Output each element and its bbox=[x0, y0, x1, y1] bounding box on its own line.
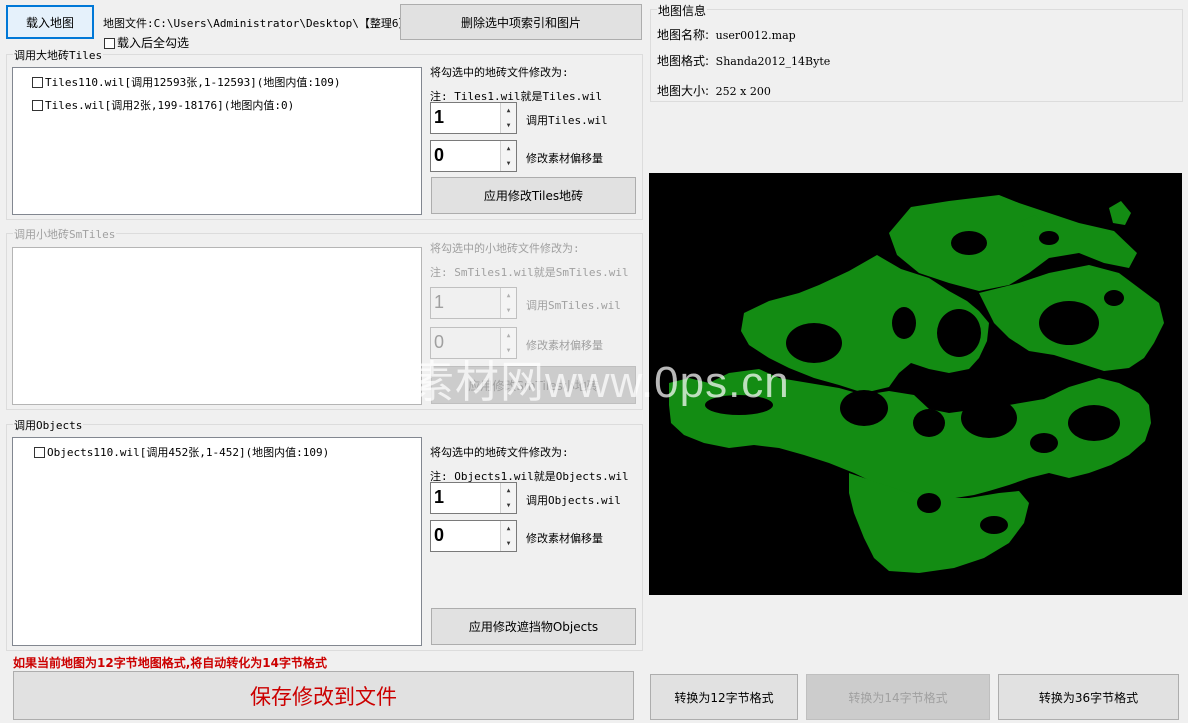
stepper-up-icon: ▲ bbox=[501, 328, 516, 344]
map-info-group-label: 地图信息 bbox=[657, 2, 708, 19]
smtiles-wil-stepper: 1 ▲ ▼ bbox=[430, 287, 517, 319]
objects-offset-stepper[interactable]: 0 ▲ ▼ bbox=[430, 520, 517, 552]
objects-wil-stepper[interactable]: 1 ▲ ▼ bbox=[430, 482, 517, 514]
map-size-value: 252 x 200 bbox=[715, 85, 771, 98]
checkbox-box[interactable] bbox=[104, 38, 115, 49]
apply-objects-button[interactable]: 应用修改遮挡物Objects bbox=[431, 608, 636, 645]
map-name-value: user0012.map bbox=[715, 29, 796, 42]
smtiles-wil-label: 调用SmTiles.wil bbox=[526, 299, 621, 312]
map-name-row: 地图名称: user0012.map bbox=[657, 26, 796, 43]
map-file-path: 地图文件:C:\Users\Administrator\Desktop\【整理6… bbox=[103, 17, 417, 30]
objects-modify-label: 将勾选中的地砖文件修改为: bbox=[430, 446, 569, 459]
apply-tiles-button[interactable]: 应用修改Tiles地砖 bbox=[431, 177, 636, 214]
stepper-value: 0 bbox=[434, 145, 445, 165]
select-all-checkbox[interactable]: 载入后全勾选 bbox=[104, 34, 189, 51]
list-item-label: Tiles.wil[调用2张,199-18176](地图内值:0) bbox=[45, 99, 295, 112]
convert-36-byte-button[interactable]: 转换为36字节格式 bbox=[998, 674, 1179, 720]
stepper-value: 1 bbox=[434, 292, 445, 312]
map-format-row: 地图格式: Shanda2012_14Byte bbox=[657, 52, 830, 69]
item-checkbox[interactable] bbox=[34, 447, 45, 458]
tiles-list[interactable]: Tiles110.wil[调用12593张,1-12593](地图内值:109)… bbox=[12, 67, 422, 215]
stepper-value: 1 bbox=[434, 487, 445, 507]
map-format-value: Shanda2012_14Byte bbox=[715, 55, 831, 68]
objects-offset-label: 修改素材偏移量 bbox=[526, 532, 603, 545]
objects-group-label: 调用Objects bbox=[13, 417, 84, 433]
select-all-label: 载入后全勾选 bbox=[117, 36, 190, 50]
tiles-group-label: 调用大地砖Tiles bbox=[13, 47, 104, 63]
save-to-file-button[interactable]: 保存修改到文件 bbox=[13, 671, 634, 720]
map-name-label: 地图名称: bbox=[657, 28, 710, 42]
tiles-offset-stepper[interactable]: 0 ▲ ▼ bbox=[430, 140, 517, 172]
smtiles-group-label: 调用小地砖SmTiles bbox=[13, 226, 117, 242]
item-checkbox[interactable] bbox=[32, 100, 43, 111]
convert-12-byte-button[interactable]: 转换为12字节格式 bbox=[650, 674, 798, 720]
map-size-label: 地图大小: bbox=[657, 84, 710, 98]
list-item[interactable]: Tiles110.wil[调用12593张,1-12593](地图内值:109) bbox=[32, 74, 341, 90]
stepper-value: 0 bbox=[434, 525, 445, 545]
stepper-up-icon[interactable]: ▲ bbox=[501, 141, 516, 157]
map-format-label: 地图格式: bbox=[657, 54, 710, 68]
smtiles-note: 注: SmTiles1.wil就是SmTiles.wil bbox=[430, 266, 629, 279]
stepper-up-icon[interactable]: ▲ bbox=[501, 521, 516, 537]
list-item-label: Tiles110.wil[调用12593张,1-12593](地图内值:109) bbox=[45, 76, 341, 89]
stepper-down-icon[interactable]: ▼ bbox=[501, 536, 516, 551]
tiles-wil-stepper[interactable]: 1 ▲ ▼ bbox=[430, 102, 517, 134]
stepper-down-icon[interactable]: ▼ bbox=[501, 118, 516, 133]
item-checkbox[interactable] bbox=[32, 77, 43, 88]
stepper-down-icon: ▼ bbox=[501, 303, 516, 318]
smtiles-list bbox=[12, 247, 422, 405]
delete-selected-button[interactable]: 删除选中项索引和图片 bbox=[400, 4, 642, 40]
watermark: 素材网www.0ps.cn bbox=[410, 358, 790, 407]
stepper-down-icon[interactable]: ▼ bbox=[501, 156, 516, 171]
stepper-down-icon[interactable]: ▼ bbox=[501, 498, 516, 513]
convert-14-byte-button: 转换为14字节格式 bbox=[806, 674, 990, 720]
list-item-label: Objects110.wil[调用452张,1-452](地图内值:109) bbox=[47, 446, 330, 459]
tiles-offset-label: 修改素材偏移量 bbox=[526, 152, 603, 165]
list-item[interactable]: Objects110.wil[调用452张,1-452](地图内值:109) bbox=[34, 444, 329, 460]
stepper-up-icon: ▲ bbox=[501, 288, 516, 304]
map-size-row: 地图大小: 252 x 200 bbox=[657, 82, 771, 99]
stepper-up-icon[interactable]: ▲ bbox=[501, 483, 516, 499]
list-item[interactable]: Tiles.wil[调用2张,199-18176](地图内值:0) bbox=[32, 97, 294, 113]
stepper-up-icon[interactable]: ▲ bbox=[501, 103, 516, 119]
objects-wil-label: 调用Objects.wil bbox=[526, 494, 621, 507]
tiles-wil-label: 调用Tiles.wil bbox=[526, 114, 608, 127]
load-map-button[interactable]: 载入地图 bbox=[6, 5, 94, 39]
format-warning: 如果当前地图为12字节地图格式,将自动转化为14字节格式 bbox=[13, 656, 327, 670]
smtiles-modify-label: 将勾选中的小地砖文件修改为: bbox=[430, 242, 580, 255]
objects-list[interactable]: Objects110.wil[调用452张,1-452](地图内值:109) bbox=[12, 437, 422, 646]
tiles-modify-label: 将勾选中的地砖文件修改为: bbox=[430, 66, 569, 79]
stepper-value: 1 bbox=[434, 107, 445, 127]
